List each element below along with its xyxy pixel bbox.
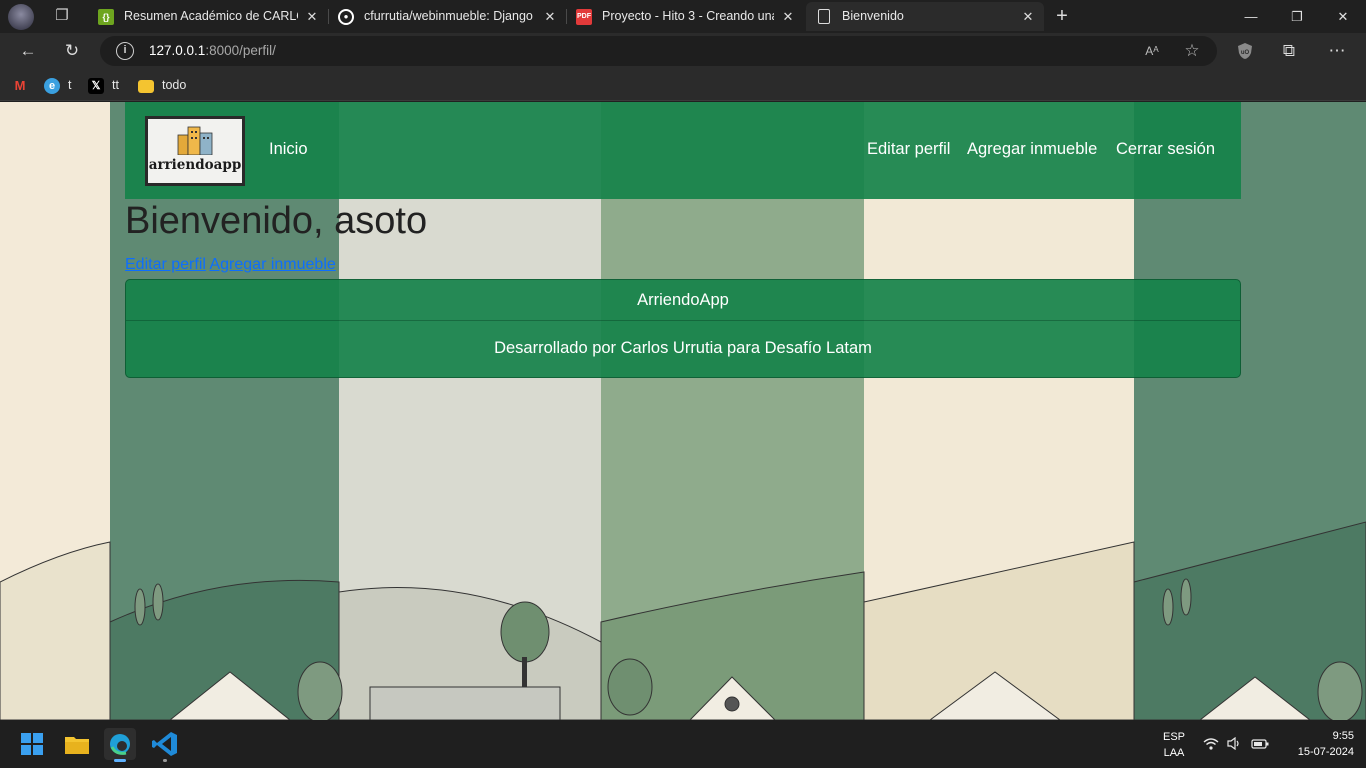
url-host: 127.0.0.1	[149, 43, 206, 58]
edge-browser-icon[interactable]	[104, 728, 136, 762]
svg-text:uO: uO	[1241, 50, 1250, 56]
tab-bar: ❐ {} Resumen Académico de CARLOS ✕ ● cfu…	[0, 0, 1366, 33]
read-aloud-icon[interactable]: Aᴬ	[1141, 40, 1163, 62]
more-menu-icon[interactable]: ⋯	[1324, 38, 1350, 64]
site-navbar: arriendoapp Inicio Editar perfil Agregar…	[125, 102, 1241, 199]
refresh-button[interactable]: ↻	[59, 38, 85, 64]
tab-bienvenido[interactable]: Bienvenido ✕	[806, 2, 1044, 31]
tab-actions-icon[interactable]: ❐	[52, 6, 72, 26]
bookmark-label: tt	[112, 78, 119, 92]
nav-add-property-link[interactable]: Agregar inmueble	[967, 140, 1097, 159]
tab-resumen[interactable]: {} Resumen Académico de CARLOS ✕	[88, 2, 328, 31]
clock-date[interactable]: 15-07-2024	[1276, 746, 1354, 758]
bookmarks-bar: M et 𝕏tt todo	[0, 69, 1366, 101]
file-explorer-icon[interactable]	[61, 728, 93, 760]
bookmark-label: todo	[162, 78, 187, 92]
close-icon[interactable]: ✕	[780, 2, 796, 31]
building-icon	[177, 126, 213, 155]
page-icon	[818, 9, 830, 24]
bookmark-todo[interactable]: todo	[138, 76, 186, 94]
battery-icon[interactable]	[1251, 737, 1269, 753]
profile-avatar[interactable]	[8, 4, 34, 30]
vscode-icon[interactable]	[149, 728, 181, 762]
bookmark-label: t	[68, 78, 72, 92]
close-icon[interactable]: ✕	[1020, 2, 1036, 31]
tab-proyecto[interactable]: PDF Proyecto - Hito 3 - Creando una ✕	[566, 2, 804, 31]
bookmark-t[interactable]: et	[44, 76, 71, 94]
pdf-icon: PDF	[576, 9, 592, 25]
nav-home-link[interactable]: Inicio	[269, 140, 308, 159]
site-info-icon[interactable]: i	[116, 42, 134, 60]
x-icon: 𝕏	[88, 77, 104, 94]
tab-github[interactable]: ● cfurrutia/webinmueble: Django y ✕	[328, 2, 566, 31]
windows-taskbar: ESP LAA 9:55 15-07-2024	[0, 720, 1366, 768]
clock-time[interactable]: 9:55	[1300, 730, 1354, 742]
back-button[interactable]: ←	[15, 38, 41, 64]
extensions-icon[interactable]: ⧉	[1276, 38, 1302, 64]
site-logo[interactable]: arriendoapp	[145, 116, 245, 186]
address-bar[interactable]: i 127.0.0.1:8000/perfil/ Aᴬ ☆	[100, 36, 1217, 66]
url-text[interactable]: 127.0.0.1:8000/perfil/	[149, 43, 276, 58]
logo-text: arriendoapp	[148, 157, 242, 173]
footer-card-body: Desarrollado por Carlos Urrutia para Des…	[494, 339, 872, 357]
bookmark-gmail[interactable]: M	[12, 76, 36, 94]
add-property-link[interactable]: Agregar inmueble	[209, 256, 335, 273]
close-icon[interactable]: ✕	[542, 2, 558, 31]
tab-title: cfurrutia/webinmueble: Django y	[364, 9, 536, 23]
address-toolbar: ← ↻ i 127.0.0.1:8000/perfil/ Aᴬ ☆ uO ⧉ ⋯	[0, 33, 1366, 69]
profile-links: Editar perfil Agregar inmueble	[125, 256, 336, 274]
ublock-icon[interactable]: uO	[1232, 38, 1258, 64]
footer-card-header: ArriendoApp	[126, 280, 1240, 321]
page-title: Bienvenido, asoto	[125, 200, 428, 242]
volume-icon[interactable]	[1227, 736, 1241, 753]
footer-card: ArriendoApp Desarrollado por Carlos Urru…	[125, 279, 1241, 378]
code-braces-icon: {}	[98, 9, 114, 25]
tab-title: Bienvenido	[842, 9, 904, 23]
favorite-star-icon[interactable]: ☆	[1181, 40, 1203, 62]
close-window-button[interactable]: ✕	[1320, 0, 1366, 33]
restore-button[interactable]: ❐	[1274, 0, 1320, 33]
wifi-icon[interactable]	[1203, 737, 1219, 753]
edge-tab-icon: e	[44, 77, 60, 94]
nav-logout-link[interactable]: Cerrar sesión	[1116, 140, 1215, 159]
language-bottom[interactable]: LAA	[1158, 747, 1190, 759]
github-icon: ●	[338, 9, 354, 25]
windows-start-icon[interactable]	[16, 728, 48, 760]
new-tab-button[interactable]: +	[1050, 4, 1074, 28]
language-top[interactable]: ESP	[1158, 731, 1190, 743]
page-viewport: arriendoapp Inicio Editar perfil Agregar…	[0, 102, 1366, 720]
bookmark-tt[interactable]: 𝕏tt	[88, 76, 119, 94]
close-icon[interactable]: ✕	[304, 2, 320, 31]
tab-title: Proyecto - Hito 3 - Creando una	[602, 9, 774, 23]
gmail-icon: M	[14, 77, 26, 93]
folder-icon	[138, 80, 154, 94]
minimize-button[interactable]: —	[1228, 0, 1274, 33]
nav-edit-profile-link[interactable]: Editar perfil	[867, 140, 950, 159]
url-path: :8000/perfil/	[205, 43, 276, 58]
edit-profile-link[interactable]: Editar perfil	[125, 256, 206, 273]
tab-title: Resumen Académico de CARLOS	[124, 9, 298, 23]
